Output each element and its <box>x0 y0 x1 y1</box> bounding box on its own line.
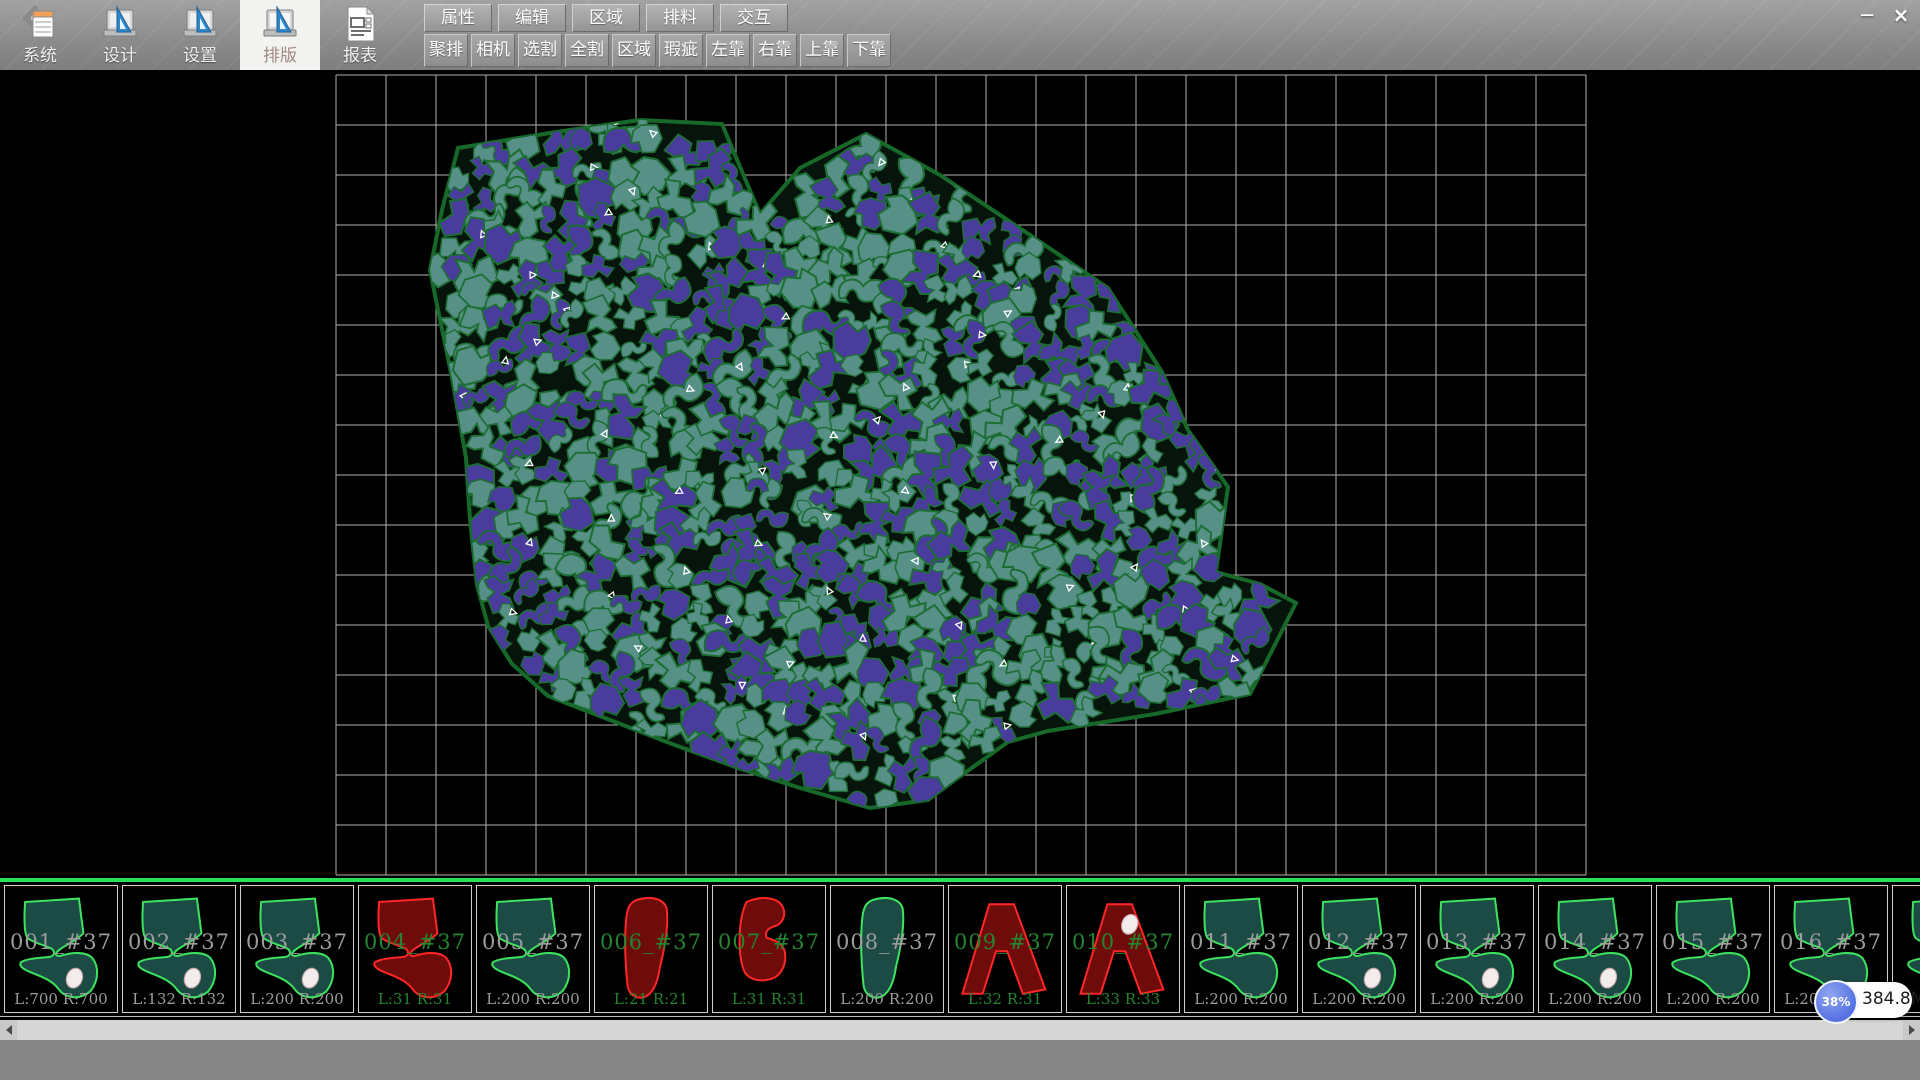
memory-percent: 38% <box>1814 980 1858 1024</box>
part-lr-count: L:31 R:31 <box>713 990 825 1008</box>
laptop-ruler-icon <box>260 3 300 45</box>
part-lr-count: L:32 R:31 <box>949 990 1061 1008</box>
part-label: 004_#37 <box>359 930 471 954</box>
part-label: 007_#37 <box>713 930 825 954</box>
toolbar-button-label: 系统 <box>23 45 57 67</box>
tool-button-defect[interactable]: 瑕疵 <box>659 34 703 67</box>
part-lr-count: L:200 R:200 <box>1303 990 1415 1008</box>
part-label: 008_#37 <box>831 930 943 954</box>
tool-button-snap-bottom[interactable]: 下靠 <box>847 34 891 67</box>
scroll-left-icon <box>6 1025 12 1035</box>
part-tile[interactable]: 015_#37 L:200 R:200 <box>1656 885 1770 1013</box>
part-lr-count: L:200 R:200 <box>1657 990 1769 1008</box>
menu-item-region[interactable]: 区域 <box>572 4 640 32</box>
part-label: 015_#37 <box>1657 930 1769 954</box>
part-label: 003_#37 <box>241 930 353 954</box>
toolbar-button-design[interactable]: 设计 <box>80 0 160 70</box>
part-tile[interactable]: 001_#37 L:700 R:700 <box>4 885 118 1013</box>
part-lr-count: L:33 R:33 <box>1067 990 1179 1008</box>
tool-button-cut-all[interactable]: 全割 <box>565 34 609 67</box>
part-tile[interactable]: 008_#37 L:200 R:200 <box>830 885 944 1013</box>
toolbar-button-layout[interactable]: 排版 <box>240 0 320 70</box>
toolbar-button-label: 设置 <box>183 45 217 67</box>
part-tile[interactable]: 014_#37 L:200 R:200 <box>1538 885 1652 1013</box>
minimize-button[interactable]: ─ <box>1852 2 1882 28</box>
window-bottom-bar <box>0 1040 1920 1080</box>
part-tile[interactable]: 006_#37 L:21 R:21 <box>594 885 708 1013</box>
toolbar-button-label: 排版 <box>263 45 297 67</box>
close-button[interactable]: × <box>1886 2 1916 28</box>
part-lr-count: L:200 R:200 <box>1185 990 1297 1008</box>
part-tile[interactable]: 003_#37 L:200 R:200 <box>240 885 354 1013</box>
part-tile[interactable]: 013_#37 L:200 R:200 <box>1420 885 1534 1013</box>
part-tile[interactable]: 012_#37 L:200 R:200 <box>1302 885 1416 1013</box>
horizontal-scrollbar[interactable] <box>0 1020 1920 1040</box>
part-lr-count: L:200 R:200 <box>1421 990 1533 1008</box>
part-lr-count: L:21 R:21 <box>595 990 707 1008</box>
toolbar-button-report[interactable]: 报表 <box>320 0 400 70</box>
part-label: 005_#37 <box>477 930 589 954</box>
part-lr-count: L:700 R:700 <box>5 990 117 1008</box>
part-label: 016_#37 <box>1775 930 1887 954</box>
toolbar-button-settings[interactable]: 设置 <box>160 0 240 70</box>
part-tile[interactable]: 009_#37 L:32 R:31 <box>948 885 1062 1013</box>
part-lr-count: L:31 R:31 <box>359 990 471 1008</box>
tool-bar: 聚排相机选割全割区域瑕疵左靠右靠上靠下靠 <box>424 34 891 67</box>
tool-button-camera[interactable]: 相机 <box>471 34 515 67</box>
tool-button-cluster-nest[interactable]: 聚排 <box>424 34 468 67</box>
part-label: 010_#37 <box>1067 930 1179 954</box>
memory-used: 384.8M <box>1862 989 1920 1009</box>
scroll-right-icon <box>1909 1025 1915 1035</box>
part-tile[interactable]: 010_#37 L:33 R:33 <box>1066 885 1180 1013</box>
part-lr-count: L:132 R:132 <box>123 990 235 1008</box>
gear-document-icon <box>20 3 60 45</box>
part-tile[interactable]: 011_#37 L:200 R:200 <box>1184 885 1298 1013</box>
menu-bar: 属性编辑区域排料交互 <box>424 4 788 32</box>
tool-button-snap-right[interactable]: 右靠 <box>753 34 797 67</box>
parts-panel: 001_#37 L:700 R:700 002_#37 L:132 R:132 … <box>0 884 1920 1017</box>
part-lr-count: L:200 R:200 <box>477 990 589 1008</box>
part-label: 001_#37 <box>5 930 117 954</box>
part-label: 009_#37 <box>949 930 1061 954</box>
menu-item-interactive[interactable]: 交互 <box>720 4 788 32</box>
menu-item-properties[interactable]: 属性 <box>424 4 492 32</box>
tool-button-area[interactable]: 区域 <box>612 34 656 67</box>
nesting-canvas[interactable] <box>0 70 1920 878</box>
app-window: 系统 设计 <box>0 0 1920 1080</box>
tool-button-snap-left[interactable]: 左靠 <box>706 34 750 67</box>
part-label: 013_#37 <box>1421 930 1533 954</box>
part-tile[interactable]: 005_#37 L:200 R:200 <box>476 885 590 1013</box>
part-label: 014_#37 <box>1539 930 1651 954</box>
window-controls: ─ × <box>1852 2 1916 28</box>
part-tile[interactable]: 004_#37 L:31 R:31 <box>358 885 472 1013</box>
main-toolbar: 系统 设计 <box>0 0 1920 72</box>
panel-separator <box>0 878 1920 882</box>
part-label: 002_#37 <box>123 930 235 954</box>
canvas-svg <box>0 70 1920 878</box>
toolbar-button-label: 设计 <box>103 45 137 67</box>
report-document-icon <box>340 3 380 45</box>
part-lr-count: L:200 R:200 <box>831 990 943 1008</box>
menu-item-edit[interactable]: 编辑 <box>498 4 566 32</box>
menu-item-nesting[interactable]: 排料 <box>646 4 714 32</box>
main-mode-buttons: 系统 设计 <box>0 0 400 70</box>
toolbar-button-system[interactable]: 系统 <box>0 0 80 70</box>
toolbar-button-label: 报表 <box>343 45 377 67</box>
part-label: 012_#37 <box>1303 930 1415 954</box>
part-lr-count: L:200 R:200 <box>241 990 353 1008</box>
laptop-ruler-icon <box>180 3 220 45</box>
memory-badge: 38% 384.8M <box>1814 980 1914 1020</box>
tool-button-snap-top[interactable]: 上靠 <box>800 34 844 67</box>
part-lr-count: L:200 R:200 <box>1539 990 1651 1008</box>
tool-button-select-cut[interactable]: 选割 <box>518 34 562 67</box>
laptop-ruler-icon <box>100 3 140 45</box>
scroll-left-button[interactable] <box>0 1020 17 1040</box>
part-tile[interactable]: 007_#37 L:31 R:31 <box>712 885 826 1013</box>
part-label: 006_#37 <box>595 930 707 954</box>
part-tile[interactable]: 002_#37 L:132 R:132 <box>122 885 236 1013</box>
scroll-right-button[interactable] <box>1903 1020 1920 1040</box>
part-label: 011_#37 <box>1185 930 1297 954</box>
